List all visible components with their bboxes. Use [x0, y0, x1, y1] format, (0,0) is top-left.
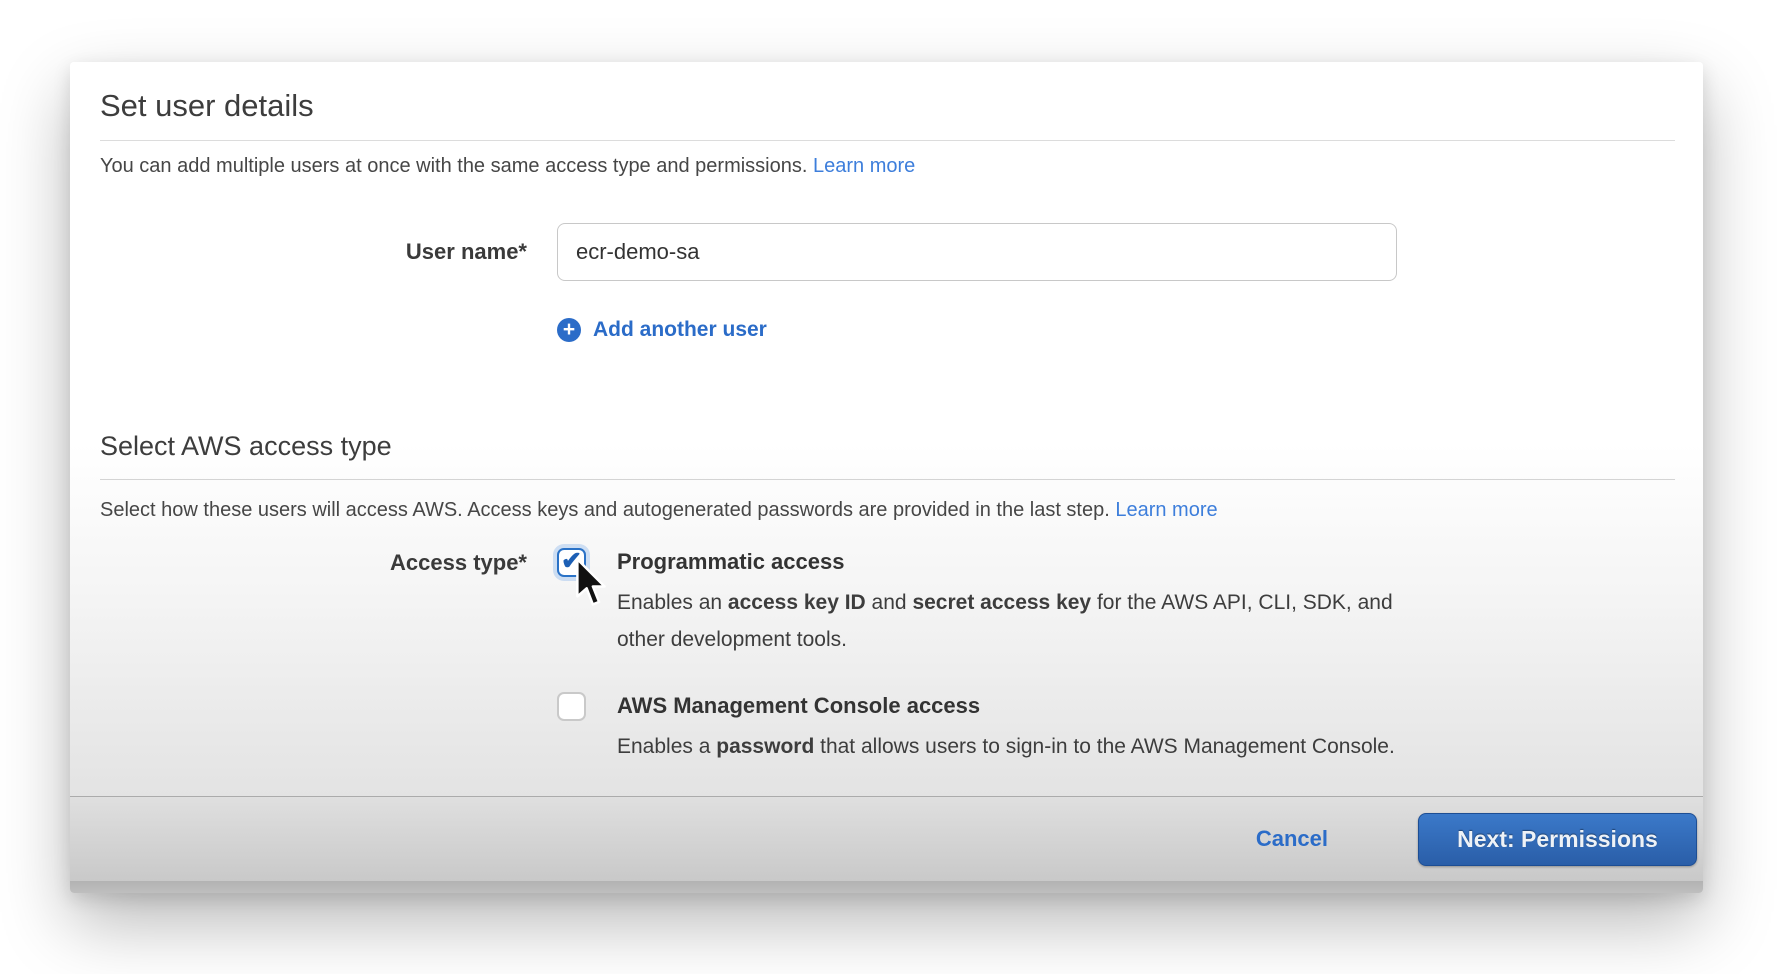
learn-more-link-user-details[interactable]: Learn more	[813, 155, 915, 177]
user-details-description: You can add multiple users at once with …	[100, 155, 915, 178]
programmatic-access-checkbox[interactable]: ✔	[557, 548, 586, 577]
console-access-title: AWS Management Console access	[617, 692, 1395, 719]
access-type-row: Access type* ✔ Programmatic access Enabl…	[100, 548, 1673, 796]
add-another-user-label: Add another user	[593, 318, 767, 342]
programmatic-access-title: Programmatic access	[617, 548, 1393, 575]
access-type-section-heading: Select AWS access type	[100, 431, 392, 462]
panel-bottom-edge	[70, 881, 1703, 893]
option-text: Programmatic access Enables an access ke…	[617, 548, 1393, 658]
access-type-description-text: Select how these users will access AWS. …	[100, 499, 1115, 521]
add-user-wizard-panel: Set user details You can add multiple us…	[70, 62, 1703, 893]
learn-more-link-access-type[interactable]: Learn more	[1115, 499, 1217, 521]
plus-icon: +	[557, 318, 581, 342]
wizard-content: Set user details You can add multiple us…	[70, 62, 1703, 796]
option-text: AWS Management Console access Enables a …	[617, 692, 1395, 765]
user-name-row: User name*	[100, 223, 1673, 281]
page-title: Set user details	[100, 88, 314, 124]
wizard-footer: Cancel Next: Permissions	[70, 796, 1703, 881]
user-details-description-text: You can add multiple users at once with …	[100, 155, 813, 177]
add-another-user-link[interactable]: + Add another user	[557, 318, 767, 342]
user-name-input[interactable]	[557, 223, 1397, 281]
access-type-label: Access type*	[100, 548, 527, 796]
access-type-options: ✔ Programmatic access Enables an access …	[557, 548, 1395, 796]
divider	[100, 140, 1675, 141]
option-programmatic-access: ✔ Programmatic access Enables an access …	[557, 548, 1395, 658]
option-console-access: ✔ AWS Management Console access Enables …	[557, 692, 1395, 765]
user-name-label: User name*	[100, 239, 527, 265]
access-type-description: Select how these users will access AWS. …	[100, 499, 1218, 522]
divider	[100, 479, 1675, 480]
programmatic-access-description: Enables an access key ID and secret acce…	[617, 584, 1393, 658]
console-access-description: Enables a password that allows users to …	[617, 728, 1395, 765]
checkmark-icon: ✔	[561, 546, 582, 576]
next-permissions-button[interactable]: Next: Permissions	[1418, 813, 1697, 866]
cancel-button[interactable]: Cancel	[1256, 826, 1328, 852]
console-access-checkbox[interactable]: ✔	[557, 692, 586, 721]
